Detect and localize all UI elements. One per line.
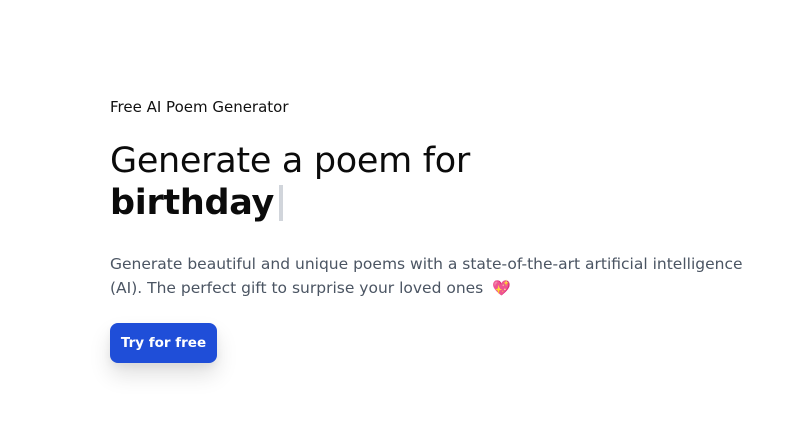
headline-prefix: Generate a poem for [110,141,470,181]
headline-keyword-wrapper: birthday [110,182,770,224]
try-for-free-button[interactable]: Try for free [110,323,217,363]
hero-section: Free AI Poem Generator Generate a poem f… [110,96,770,300]
eyebrow-label: Free AI Poem Generator [110,98,289,116]
description-text: Generate beautiful and unique poems with… [110,255,743,297]
heart-icon: 💖 [492,279,511,297]
headline-keyword: birthday [110,183,274,223]
hero-description: Generate beautiful and unique poems with… [110,252,760,300]
page-title: Generate a poem for birthday [110,140,770,224]
typing-cursor [278,185,283,221]
